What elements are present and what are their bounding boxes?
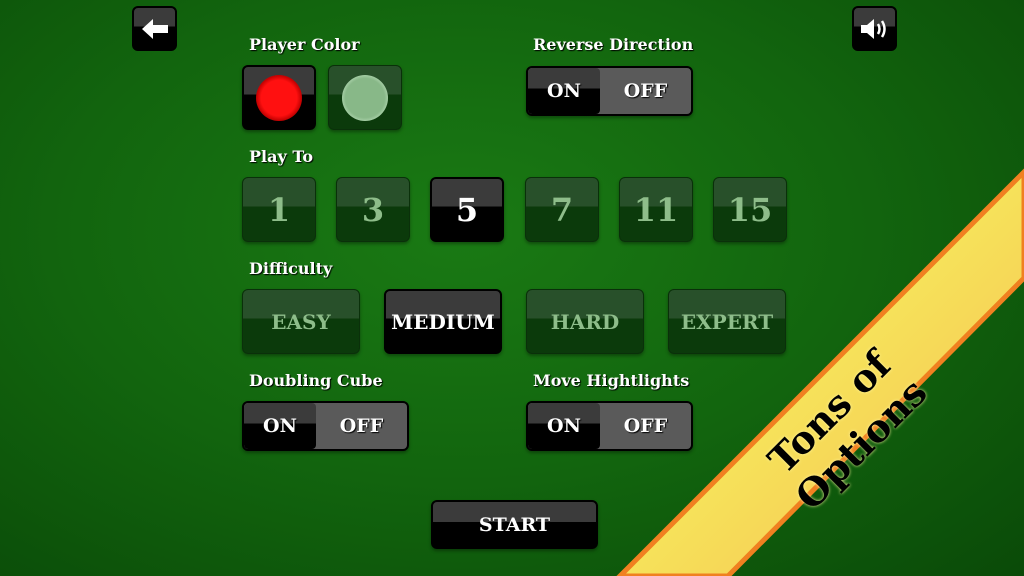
promo-banner: [616, 168, 1024, 576]
